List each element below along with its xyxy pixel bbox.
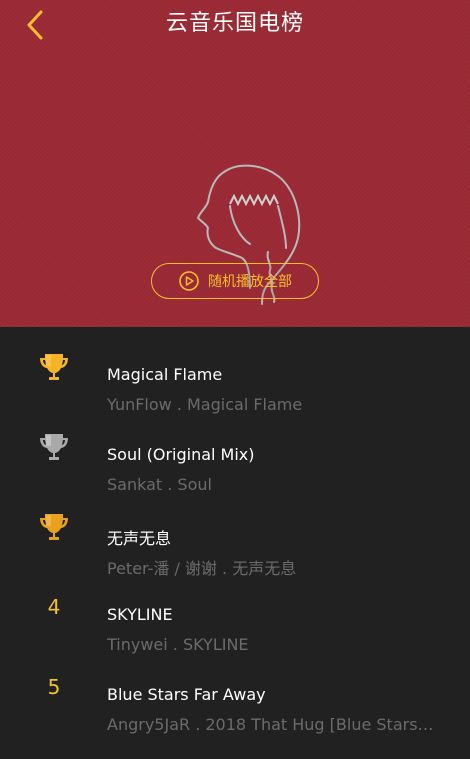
song-title: SKYLINE	[107, 605, 173, 624]
rank-badge: 5	[24, 647, 84, 727]
song-title: Soul (Original Mix)	[107, 445, 255, 464]
chart-header: 云音乐国电榜 随机播放全部	[0, 0, 470, 327]
bronze-trophy-icon	[40, 514, 68, 540]
rank-badge	[24, 327, 84, 407]
page-title: 云音乐国电榜	[165, 11, 304, 36]
list-item[interactable]: 4 SKYLINE Tinywei . SKYLINE	[0, 567, 470, 654]
rank-number: 4	[47, 595, 61, 619]
list-item[interactable]: Soul (Original Mix) Sankat . Soul	[0, 407, 470, 494]
song-list: Magical Flame YunFlow . Magical Flame So…	[0, 327, 470, 734]
gold-trophy-icon	[40, 354, 68, 380]
play-circle-icon	[179, 271, 199, 291]
rank-number: 5	[47, 675, 61, 699]
play-all-label: 随机播放全部	[208, 274, 292, 290]
list-item[interactable]: 5 Blue Stars Far Away Angry5JaR . 2018 T…	[0, 647, 470, 734]
rank-badge: 4	[24, 567, 84, 647]
list-item[interactable]: 无声无息 Peter-潘 / 谢谢 . 无声无息	[0, 487, 470, 578]
song-title: Magical Flame	[107, 365, 223, 384]
rank-badge	[24, 407, 84, 487]
song-title: Blue Stars Far Away	[107, 685, 266, 704]
rank-badge	[24, 487, 84, 567]
song-title: 无声无息	[107, 529, 172, 548]
song-subtitle: Angry5JaR . 2018 That Hug [Blue Stars Fa…	[107, 715, 437, 734]
list-item[interactable]: Magical Flame YunFlow . Magical Flame	[0, 327, 470, 414]
silver-trophy-icon	[40, 434, 68, 460]
shuffle-play-all-button[interactable]: 随机播放全部	[151, 263, 319, 299]
